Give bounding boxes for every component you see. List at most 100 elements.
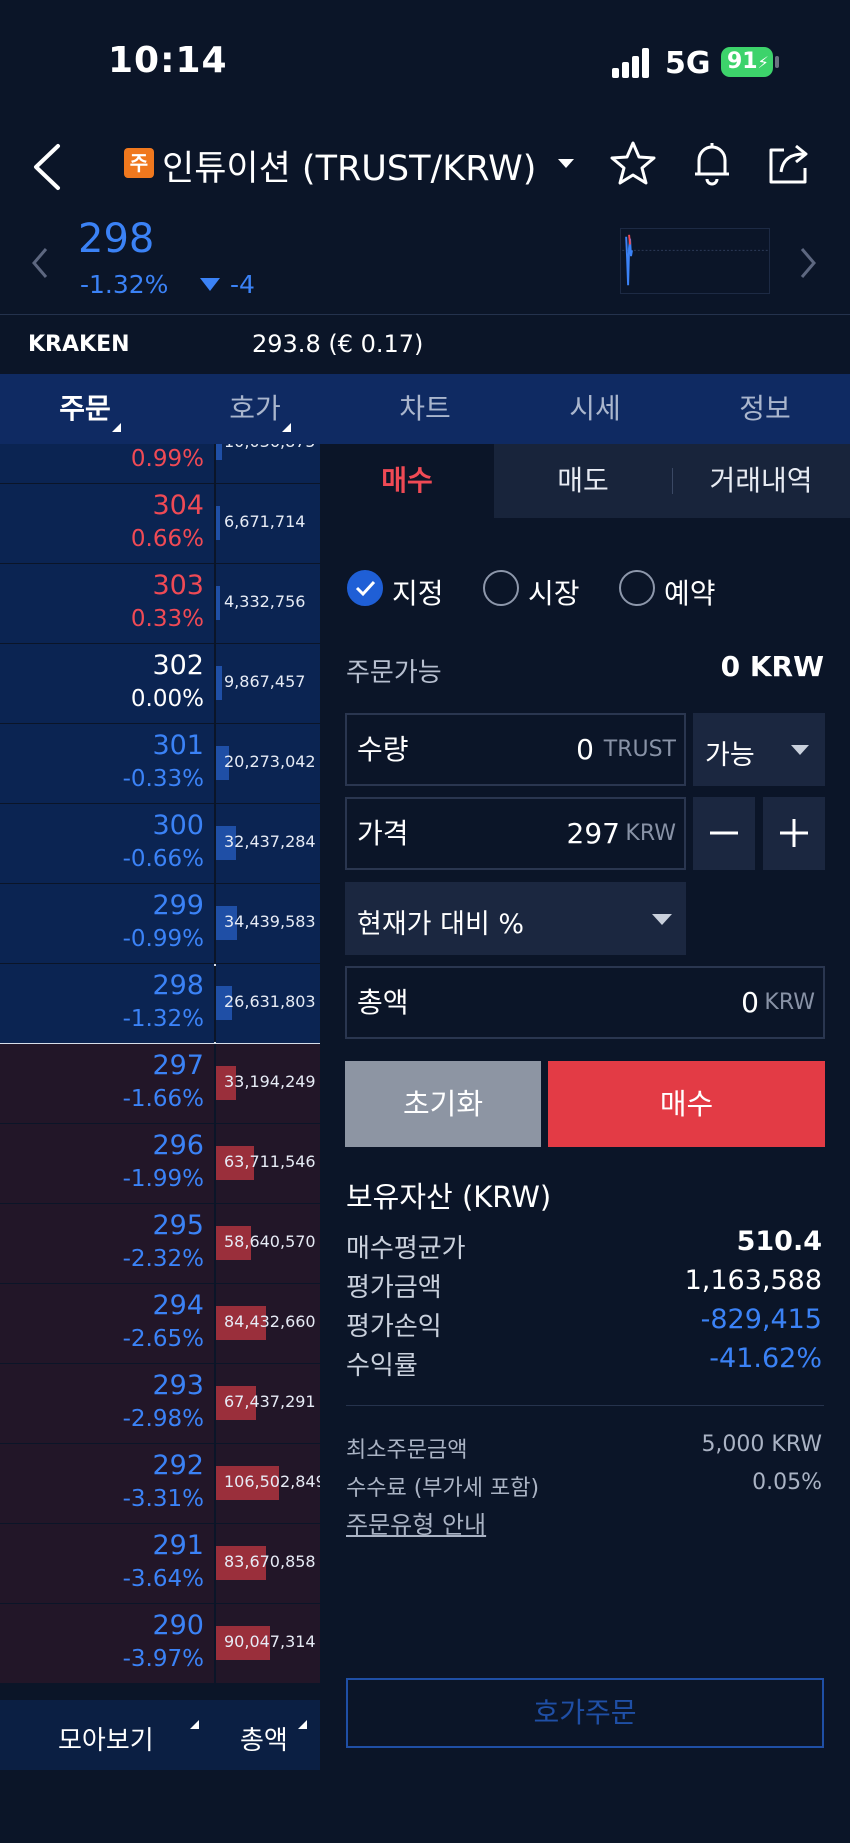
tab-sell[interactable]: 매도 <box>494 444 672 518</box>
orderbook-volume-cell[interactable]: 90,047,314 <box>216 1604 320 1683</box>
orderbook-row[interactable]: 294 -2.65% 84,432,660 <box>0 1284 320 1364</box>
orderbook-volume: 34,439,583 <box>224 912 316 931</box>
radio-market-label[interactable]: 시장 <box>528 572 580 612</box>
orderbook-row[interactable]: 300 -0.66% 32,437,284 <box>0 804 320 884</box>
orderbook-order-button[interactable]: 호가주문 <box>346 1678 824 1748</box>
radio-reserve-label[interactable]: 예약 <box>664 572 716 612</box>
orderbook-volume-cell[interactable]: 106,502,849 <box>216 1444 320 1523</box>
orderbook-volume-cell[interactable]: 26,631,803 <box>216 964 320 1043</box>
bell-icon[interactable] <box>687 138 737 188</box>
percent-select[interactable]: 현재가 대비 % <box>345 882 686 955</box>
orderbook-volume-cell[interactable]: 6,671,714 <box>216 484 320 563</box>
orderbook-volume-cell[interactable]: 32,437,284 <box>216 804 320 883</box>
share-icon[interactable] <box>764 138 814 188</box>
quantity-field[interactable]: 수량 0 TRUST <box>345 713 686 786</box>
tab-order[interactable]: 주문 <box>0 374 170 444</box>
order-type-guide-link[interactable]: 주문유형 안내 <box>346 1505 486 1540</box>
orderbook-row[interactable]: 291 -3.64% 83,670,858 <box>0 1524 320 1604</box>
orderbook-percent: -3.31% <box>122 1486 204 1512</box>
tab-orderbook[interactable]: 호가 <box>170 374 340 444</box>
orderbook-volume-cell[interactable]: 84,432,660 <box>216 1284 320 1363</box>
orderbook-row[interactable]: 290 -3.97% 90,047,314 <box>0 1604 320 1684</box>
radio-limit-label[interactable]: 지정 <box>392 572 444 612</box>
total-toggle-button[interactable]: 총액 <box>240 1720 288 1757</box>
battery-tip <box>775 56 779 68</box>
orderbook-row[interactable]: 295 -2.32% 58,640,570 <box>0 1204 320 1284</box>
orderbook-price-cell[interactable]: 303 0.33% <box>0 564 214 643</box>
orderbook-price-cell[interactable]: 294 -2.65% <box>0 1284 214 1363</box>
total-field[interactable]: 총액 0 KRW <box>345 966 825 1039</box>
orderbook-volume-cell[interactable]: 83,670,858 <box>216 1524 320 1603</box>
avg-price-label: 매수평균가 <box>346 1234 466 1264</box>
orderbook-price-cell[interactable]: 296 -1.99% <box>0 1124 214 1203</box>
possible-select[interactable]: 가능 <box>693 713 825 786</box>
orderbook-price-cell[interactable]: 295 -2.32% <box>0 1204 214 1283</box>
back-icon[interactable] <box>28 140 64 194</box>
orderbook-price-cell[interactable]: 3050.99% <box>0 444 214 483</box>
tab-chart[interactable]: 차트 <box>340 374 510 444</box>
orderbook-volume-cell[interactable]: 67,437,291 <box>216 1364 320 1443</box>
orderbook-row[interactable]: 299 -0.99% 34,439,583 <box>0 884 320 964</box>
price-field[interactable]: 가격 297 KRW <box>345 797 686 870</box>
orderbook-price-cell[interactable]: 301 -0.33% <box>0 724 214 803</box>
available-label: 주문가능 <box>346 658 442 688</box>
chevron-left-icon[interactable] <box>30 246 50 280</box>
orderbook-volume-cell[interactable]: 33,194,249 <box>216 1044 320 1123</box>
buy-button[interactable]: 매수 <box>548 1061 825 1147</box>
price-minus-button[interactable] <box>693 797 755 870</box>
tab-info[interactable]: 정보 <box>680 374 850 444</box>
change-amount: -4 <box>230 270 255 299</box>
chevron-right-icon[interactable] <box>798 246 818 280</box>
group-view-button[interactable]: 모아보기 <box>58 1720 154 1757</box>
orderbook-volume-cell[interactable]: 20,273,042 <box>216 724 320 803</box>
chevron-down-icon[interactable] <box>558 159 574 168</box>
orderbook-price-cell[interactable]: 290 -3.97% <box>0 1604 214 1683</box>
tab-market[interactable]: 시세 <box>510 374 680 444</box>
orderbook-price: 303 <box>152 570 204 601</box>
mini-chart[interactable] <box>620 228 770 294</box>
orderbook-price-cell[interactable]: 299 -0.99% <box>0 884 214 963</box>
orderbook-price-cell[interactable]: 293 -2.98% <box>0 1364 214 1443</box>
radio-limit[interactable] <box>347 570 383 606</box>
orderbook-volume-cell[interactable]: 34,439,583 <box>216 884 320 963</box>
orderbook-row[interactable]: 301 -0.33% 20,273,042 <box>0 724 320 804</box>
orderbook-price-cell[interactable]: 291 -3.64% <box>0 1524 214 1603</box>
orderbook-volume-cell[interactable]: 9,867,457 <box>216 644 320 723</box>
orderbook-price-cell[interactable]: 297 -1.66% <box>0 1044 214 1123</box>
orderbook-price-cell[interactable]: 298 -1.32% <box>0 964 214 1043</box>
orderbook-row[interactable]: 304 0.66% 6,671,714 <box>0 484 320 564</box>
orderbook-row[interactable]: 302 0.00% 9,867,457 <box>0 644 320 724</box>
orderbook-row[interactable]: 298 -1.32% 26,631,803 <box>0 964 320 1044</box>
chevron-down-icon <box>652 914 672 925</box>
radio-reserve[interactable] <box>619 570 655 606</box>
tab-history[interactable]: 거래내역 <box>672 444 850 518</box>
orderbook-price-cell[interactable]: 304 0.66% <box>0 484 214 563</box>
tab-buy[interactable]: 매수 <box>320 444 494 518</box>
reset-button[interactable]: 초기화 <box>345 1061 541 1147</box>
orderbook-volume: 83,670,858 <box>224 1552 316 1571</box>
orderbook-row[interactable]: 292 -3.31% 106,502,849 <box>0 1444 320 1524</box>
orderbook-price-cell[interactable]: 292 -3.31% <box>0 1444 214 1523</box>
volume-bar <box>216 444 222 460</box>
orderbook-percent: 0.99% <box>130 446 204 472</box>
orderbook-price-cell[interactable]: 300 -0.66% <box>0 804 214 883</box>
orderbook-row[interactable]: 297 -1.66% 33,194,249 <box>0 1044 320 1124</box>
orderbook-volume-cell[interactable]: 58,640,570 <box>216 1204 320 1283</box>
orderbook-volume-cell[interactable]: 63,711,546 <box>216 1124 320 1203</box>
orderbook-price: 298 <box>152 970 204 1001</box>
orderbook-row[interactable]: 293 -2.98% 67,437,291 <box>0 1364 320 1444</box>
orderbook-row[interactable]: 303 0.33% 4,332,756 <box>0 564 320 644</box>
down-triangle-icon <box>200 278 220 291</box>
orderbook[interactable]: 3050.99% 10,036,875 304 0.66% 6,671,714 303 0.… <box>0 444 320 1700</box>
orderbook-volume-cell[interactable]: 10,036,875 <box>216 444 320 483</box>
star-icon[interactable] <box>608 138 658 188</box>
orderbook-price-cell[interactable]: 302 0.00% <box>0 644 214 723</box>
divider <box>346 1405 824 1406</box>
divider <box>0 314 850 315</box>
price-plus-button[interactable] <box>763 797 825 870</box>
radio-market[interactable] <box>483 570 519 606</box>
orderbook-row[interactable]: 3050.99% 10,036,875 <box>0 444 320 484</box>
orderbook-volume-cell[interactable]: 4,332,756 <box>216 564 320 643</box>
orderbook-row[interactable]: 296 -1.99% 63,711,546 <box>0 1124 320 1204</box>
coin-title[interactable]: 인튜이션 (TRUST/KRW) <box>162 140 536 191</box>
